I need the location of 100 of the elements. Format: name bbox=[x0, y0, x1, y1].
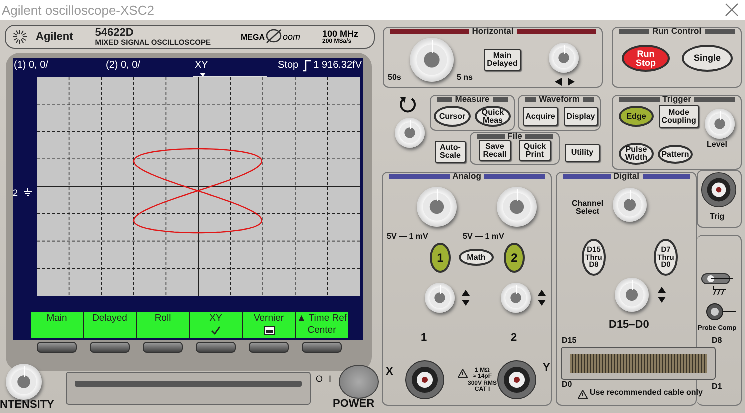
position-label: D15–D0 bbox=[609, 320, 650, 332]
softkey-button[interactable] bbox=[196, 342, 236, 353]
connector-pin-label: D8 bbox=[712, 337, 722, 346]
panel-button[interactable]: Utility bbox=[565, 144, 600, 162]
connector-pin-label: D0 bbox=[562, 381, 572, 390]
section-stripe bbox=[525, 96, 536, 102]
up-down-arrows-icon bbox=[538, 290, 546, 306]
left-right-arrows-icon bbox=[555, 78, 575, 86]
rotate-arrow-icon bbox=[398, 95, 418, 115]
window-title: Agilent oscilloscope-XSC2 bbox=[2, 2, 154, 18]
ground-terminal-icon bbox=[700, 272, 734, 298]
bandwidth-label: 100 MHz bbox=[322, 30, 359, 38]
knob[interactable] bbox=[615, 278, 649, 312]
section-title: File bbox=[508, 132, 522, 140]
section-title: Waveform bbox=[539, 95, 580, 103]
power-off-symbol: O bbox=[316, 374, 324, 384]
section-stripe bbox=[525, 134, 553, 138]
section-title: Run Control bbox=[652, 27, 702, 35]
warning-icon bbox=[458, 369, 468, 378]
softkey-label: Delayed bbox=[84, 312, 137, 338]
channel-select-label: Channel Select bbox=[572, 200, 604, 217]
knob[interactable] bbox=[497, 187, 537, 227]
softkey-label: Main bbox=[31, 312, 84, 338]
section-title: Measure bbox=[455, 95, 490, 103]
section-stripe bbox=[563, 174, 611, 178]
section-stripe bbox=[619, 28, 650, 34]
panel-button[interactable]: Quick Meas bbox=[475, 106, 511, 127]
softkey-button[interactable] bbox=[302, 342, 342, 353]
trigger-marker-icon bbox=[193, 73, 267, 78]
section-title: Trigger bbox=[662, 95, 692, 103]
panel-button[interactable]: Auto- Scale bbox=[435, 141, 466, 163]
cable-notice: Use recommended cable only bbox=[590, 389, 703, 398]
channel-marker: 2 bbox=[13, 188, 18, 198]
panel-button[interactable]: 1 bbox=[430, 243, 451, 273]
section-stripe bbox=[477, 134, 505, 138]
input-number: 1 bbox=[421, 333, 428, 345]
axis-label: X bbox=[386, 367, 394, 379]
knob[interactable] bbox=[705, 109, 735, 139]
panel-button[interactable]: Quick Print bbox=[519, 140, 551, 161]
softkey-button[interactable] bbox=[37, 342, 78, 353]
panel-button[interactable]: Acquire bbox=[523, 107, 558, 126]
time-scale-label: 50s bbox=[388, 74, 402, 82]
up-down-arrows-icon bbox=[462, 290, 470, 306]
softkey-button[interactable] bbox=[143, 342, 184, 353]
panel-button[interactable]: Save Recall bbox=[479, 140, 511, 161]
panel-button[interactable]: Display bbox=[564, 107, 598, 126]
logo-text: MEGA bbox=[241, 32, 265, 42]
panel-button[interactable]: Single bbox=[682, 45, 733, 72]
softkey-button[interactable] bbox=[248, 342, 289, 353]
intensity-knob[interactable] bbox=[6, 364, 42, 400]
knob[interactable] bbox=[395, 118, 425, 148]
panel-button[interactable]: Cursor bbox=[434, 106, 471, 127]
channel-1-status: (1) 0, 0/ bbox=[14, 60, 50, 71]
level-label: Level bbox=[707, 141, 728, 150]
panel-button[interactable]: 2 bbox=[504, 243, 525, 273]
section-stripe bbox=[582, 96, 594, 102]
volts-per-division-label: 5V — 1 mV bbox=[463, 233, 504, 242]
bnc-connector[interactable] bbox=[701, 172, 737, 208]
power-button[interactable] bbox=[339, 365, 379, 399]
panel-button[interactable]: Pattern bbox=[658, 145, 693, 164]
bnc-connector[interactable] bbox=[405, 360, 445, 400]
run-state: Stop bbox=[278, 60, 299, 71]
logo-text: oom bbox=[283, 32, 301, 42]
section-stripe bbox=[484, 174, 545, 178]
panel-button[interactable]: Edge bbox=[619, 106, 654, 127]
softkey-label: XY bbox=[190, 312, 243, 338]
volts-per-division-label: 5V — 1 mV bbox=[387, 233, 428, 242]
section-stripe bbox=[694, 96, 735, 102]
knob[interactable] bbox=[425, 283, 455, 313]
power-on-symbol: I bbox=[329, 374, 332, 384]
section-stripe bbox=[389, 174, 450, 178]
knob[interactable] bbox=[613, 188, 647, 222]
rising-edge-icon bbox=[302, 60, 311, 72]
channel-2-status: (2) 0, 0/ bbox=[106, 60, 142, 71]
panel-button[interactable]: Run Stop bbox=[622, 45, 670, 72]
knob[interactable] bbox=[417, 187, 457, 227]
panel-button[interactable]: Math bbox=[459, 249, 494, 266]
softkey-button[interactable] bbox=[90, 342, 130, 353]
section-stripe bbox=[642, 174, 690, 178]
bnc-connector[interactable] bbox=[497, 360, 537, 400]
softkey-label: ▲ Time Ref Center bbox=[296, 312, 348, 338]
panel-button[interactable]: Mode Coupling bbox=[659, 105, 699, 128]
section-stripe bbox=[704, 28, 736, 34]
knob[interactable] bbox=[410, 38, 454, 82]
panel-button[interactable]: Main Delayed bbox=[484, 49, 521, 71]
panel-button[interactable]: Pulse Width bbox=[619, 143, 654, 165]
section-title: Digital bbox=[614, 172, 640, 180]
softkey-label: Vernier bbox=[243, 312, 296, 338]
section-stripe bbox=[619, 96, 660, 102]
knob[interactable] bbox=[501, 283, 531, 313]
connector-pin-label: D1 bbox=[712, 383, 722, 392]
knob[interactable] bbox=[549, 43, 579, 73]
zoom-lens-icon bbox=[265, 28, 283, 46]
time-scale-label: 5 ns bbox=[457, 74, 474, 82]
power-label: POWER bbox=[333, 399, 375, 411]
close-icon[interactable] bbox=[725, 3, 739, 17]
up-down-arrows-icon bbox=[658, 287, 666, 303]
display-mode: XY bbox=[195, 60, 210, 71]
section-stripe bbox=[437, 96, 452, 102]
section-title: Analog bbox=[452, 172, 482, 180]
